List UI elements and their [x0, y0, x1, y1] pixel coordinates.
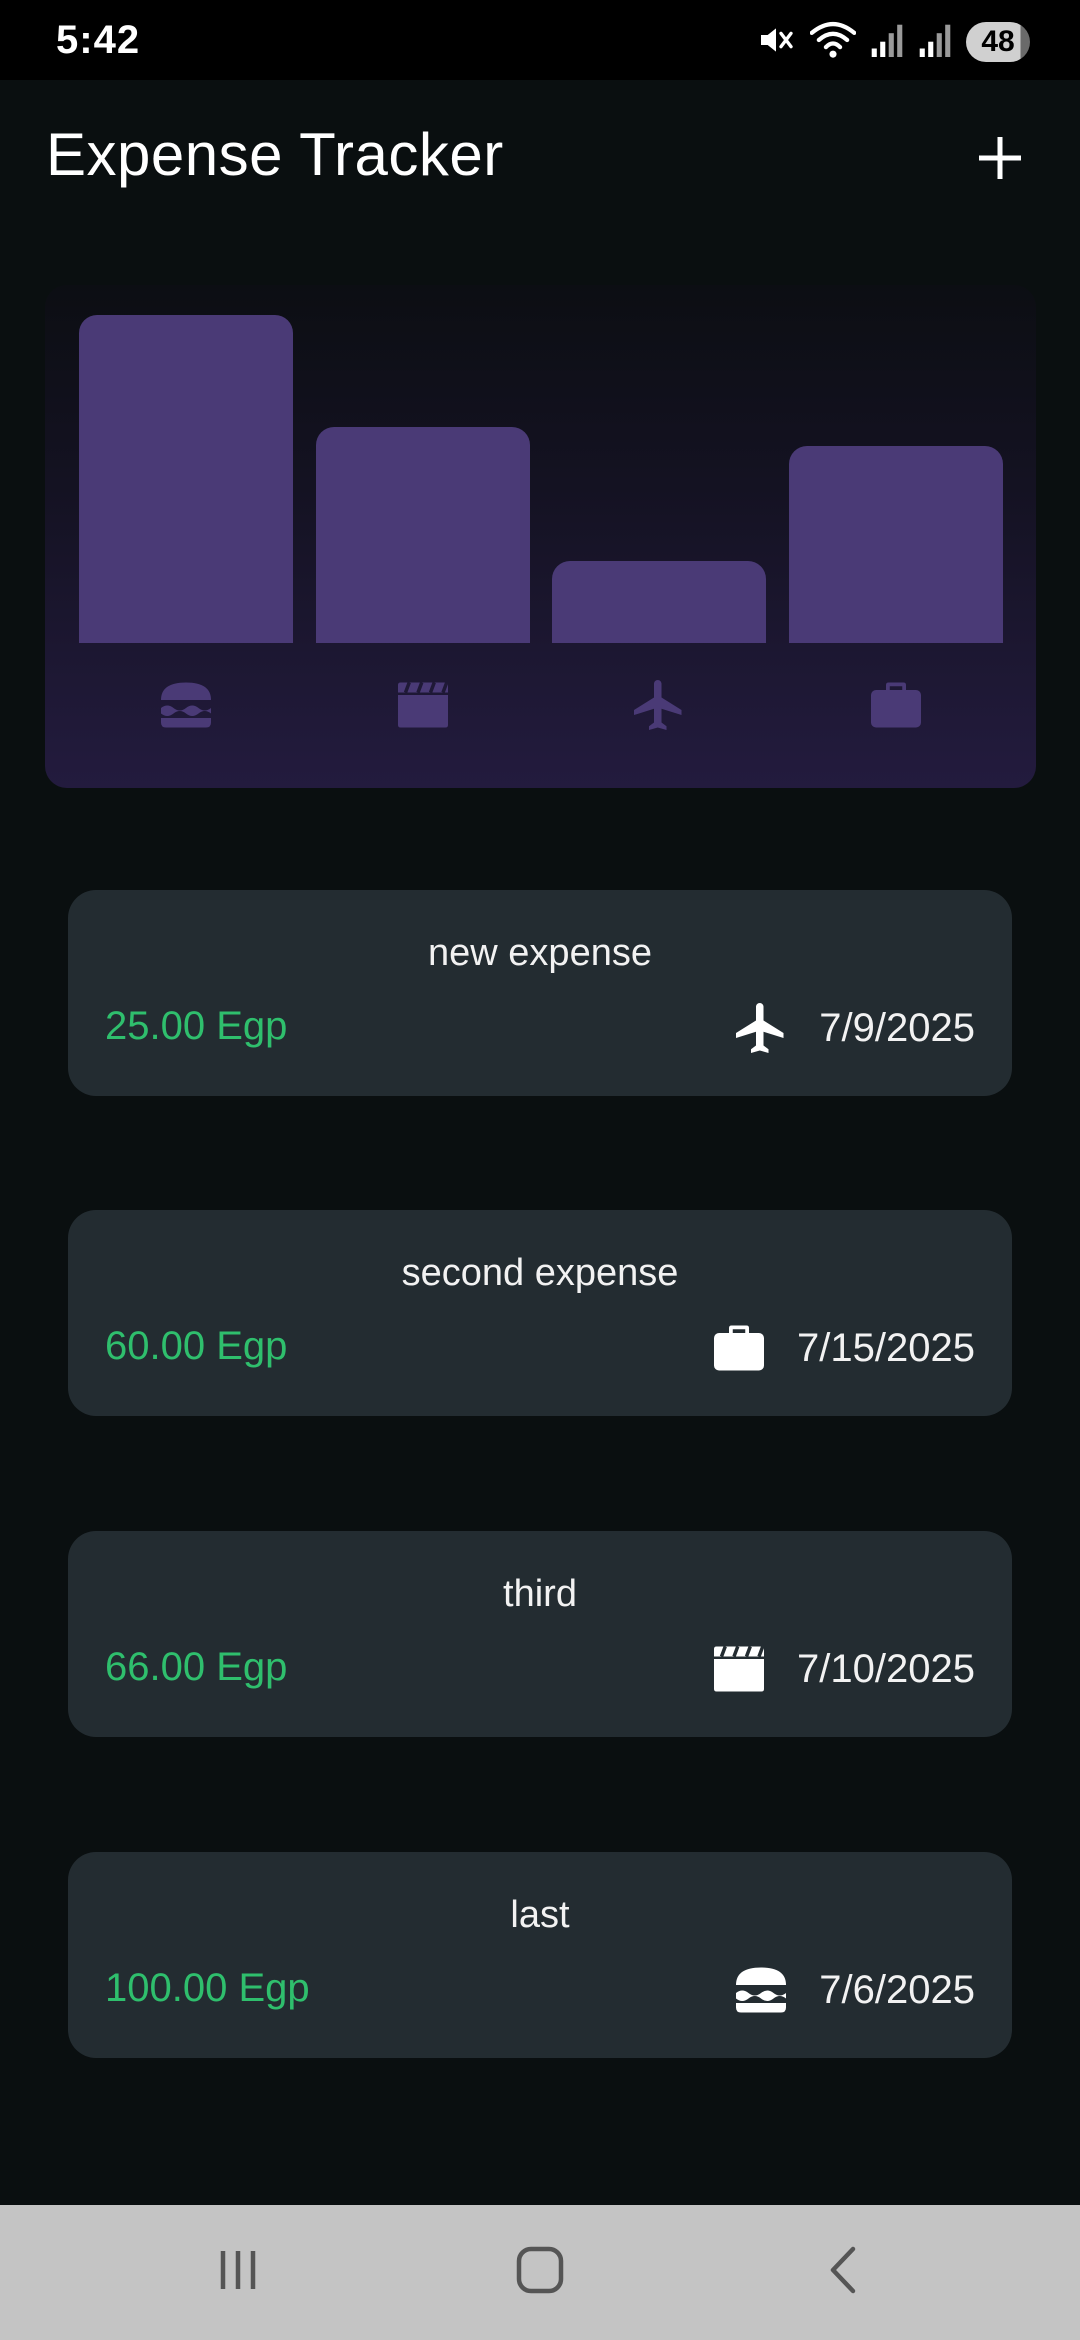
expense-card[interactable]: last 100.00 Egp 7/6/2025	[68, 1852, 1012, 2058]
expense-tracker-screen: 5:42 48 Expense Tracker new expense 25.0…	[0, 0, 1080, 2340]
expense-meta: 7/10/2025	[709, 1631, 975, 1707]
expense-date: 7/15/2025	[797, 1325, 975, 1370]
chart-bar-food	[79, 315, 293, 643]
expense-meta: 7/6/2025	[731, 1952, 975, 2028]
navigation-bar	[0, 2205, 1080, 2340]
page-title: Expense Tracker	[46, 121, 504, 188]
expense-title: new expense	[428, 932, 652, 974]
burger-icon	[79, 665, 293, 745]
battery-indicator: 48	[966, 22, 1030, 62]
expense-title: last	[510, 1894, 570, 1936]
airplane-icon	[552, 665, 766, 745]
status-icons: 48	[756, 20, 1030, 64]
expense-chart	[45, 285, 1036, 788]
briefcase-icon	[789, 665, 1003, 745]
chart-category-icons	[45, 665, 1036, 745]
chart-bars	[45, 285, 1036, 643]
recents-button[interactable]	[178, 2227, 298, 2317]
expense-meta: 7/15/2025	[709, 1310, 975, 1386]
recents-icon	[213, 2245, 263, 2300]
expense-date: 7/10/2025	[797, 1646, 975, 1691]
expense-amount: 100.00 Egp	[105, 1966, 310, 2010]
status-bar: 5:42 48	[0, 0, 1080, 80]
mute-icon	[756, 20, 796, 65]
expense-date: 7/6/2025	[819, 1967, 975, 2012]
expense-amount: 66.00 Egp	[105, 1645, 288, 1689]
plus-icon	[975, 133, 1025, 188]
back-button[interactable]	[784, 2227, 904, 2317]
expense-title: third	[503, 1573, 577, 1615]
add-expense-button[interactable]	[960, 120, 1040, 200]
burger-icon	[731, 1960, 791, 2020]
expense-card[interactable]: third 66.00 Egp 7/10/2025	[68, 1531, 1012, 1737]
briefcase-icon	[709, 1318, 769, 1378]
expense-meta: 7/9/2025	[731, 990, 975, 1066]
signal-icon	[870, 20, 904, 65]
status-time: 5:42	[56, 18, 141, 62]
home-button[interactable]	[480, 2227, 600, 2317]
wifi-icon	[809, 20, 857, 65]
chart-bar-travel	[552, 561, 766, 643]
chart-bar-leisure	[316, 427, 530, 643]
airplane-icon	[731, 998, 791, 1058]
chart-bar-work	[789, 446, 1003, 643]
clapperboard-icon	[316, 665, 530, 745]
expense-date: 7/9/2025	[819, 1005, 975, 1050]
expense-amount: 25.00 Egp	[105, 1004, 288, 1048]
signal-icon	[918, 20, 952, 65]
expense-card[interactable]: second expense 60.00 Egp 7/15/2025	[68, 1210, 1012, 1416]
expense-title: second expense	[401, 1252, 679, 1294]
expense-card[interactable]: new expense 25.00 Egp 7/9/2025	[68, 890, 1012, 1096]
expense-amount: 60.00 Egp	[105, 1324, 288, 1368]
back-icon	[819, 2245, 869, 2300]
home-icon	[514, 2244, 566, 2301]
clapperboard-icon	[709, 1639, 769, 1699]
